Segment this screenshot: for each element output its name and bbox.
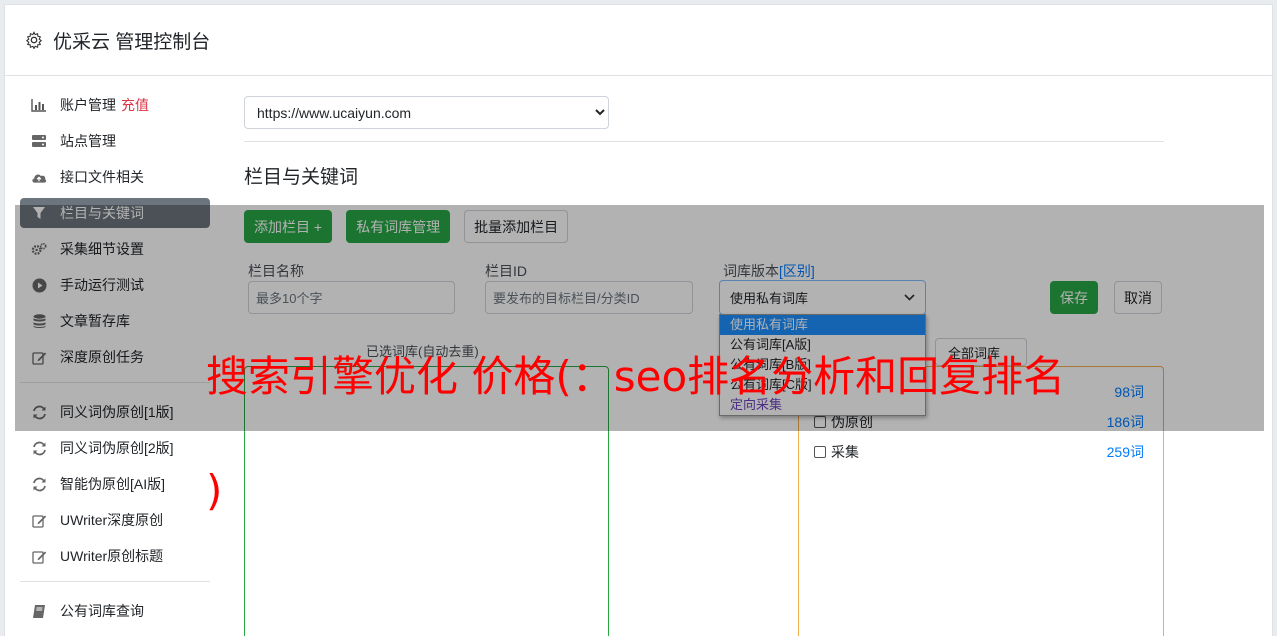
gear-icon (25, 31, 43, 49)
sidebar-item-ai-rewrite[interactable]: 智能伪原创[AI版] (20, 469, 210, 499)
sidebar-divider (20, 581, 210, 582)
sidebar-item-account[interactable]: 账户管理 充值 (20, 90, 210, 120)
sidebar-item-label: 接口文件相关 (60, 169, 144, 185)
sidebar-item-public-lib-query[interactable]: 公有词库查询 (20, 596, 210, 626)
sidebar-item-label: UWriter原创标题 (60, 548, 164, 564)
refresh-icon (31, 476, 47, 492)
lib-name-text: 采集 (831, 444, 859, 460)
sidebar-item-uwriter-deep[interactable]: UWriter深度原创 (20, 505, 210, 535)
cloud-upload-icon (31, 169, 47, 185)
sidebar-item-sites[interactable]: 站点管理 (20, 126, 210, 156)
sidebar-item-label: 账户管理 (60, 97, 116, 113)
lib-row[interactable]: 采集 259词 (814, 442, 1144, 462)
recharge-link[interactable]: 充值 (121, 95, 149, 115)
main-content: https://www.ucaiyun.com 栏目与关键词 添加栏目 + 私有… (244, 96, 1164, 636)
sidebar-item-interface[interactable]: 接口文件相关 (20, 162, 210, 192)
page-title: 优采云 管理控制台 (53, 31, 211, 53)
sidebar-item-uwriter-title[interactable]: UWriter原创标题 (20, 541, 210, 571)
page-header: 优采云 管理控制台 (5, 5, 1272, 76)
refresh-icon (31, 440, 47, 456)
bar-chart-icon (31, 97, 47, 113)
lib-checkbox[interactable] (814, 446, 826, 458)
sidebar-item-label: UWriter深度原创 (60, 512, 164, 528)
watermark-text-continued: ) (206, 466, 223, 515)
sidebar-item-label: 智能伪原创[AI版] (60, 476, 166, 492)
lib-count: 259词 (1106, 444, 1144, 460)
watermark-text: 搜索引擎优化 价格(：seo排名分析和回复排名 (206, 352, 1066, 401)
sidebar-item-synonym-v2[interactable]: 同义词伪原创[2版] (20, 433, 210, 463)
lib-name: 采集 (814, 442, 859, 462)
sidebar-item-label: 同义词伪原创[2版] (60, 440, 174, 456)
section-title: 栏目与关键词 (244, 167, 359, 188)
sidebar-item-label: 公有词库查询 (60, 603, 144, 619)
server-icon (31, 133, 47, 149)
book-icon (31, 603, 47, 619)
edit-icon (31, 512, 47, 528)
site-select[interactable]: https://www.ucaiyun.com (244, 96, 609, 129)
divider (244, 141, 1164, 142)
sidebar-item-label: 站点管理 (60, 133, 116, 149)
edit-icon (31, 548, 47, 564)
